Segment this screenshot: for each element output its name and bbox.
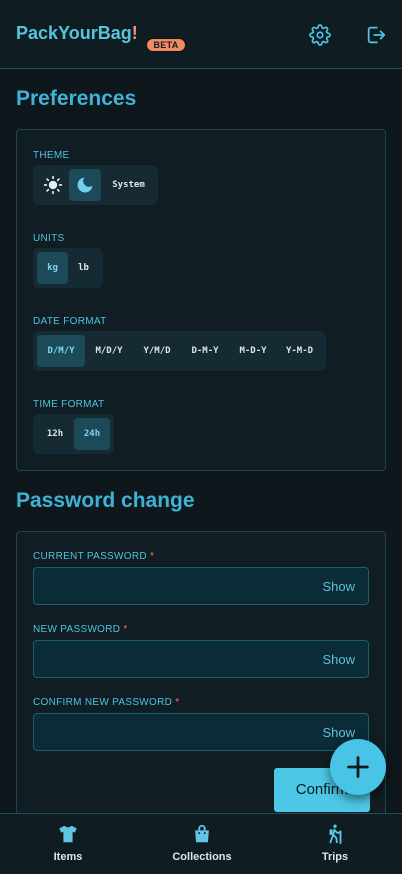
confirm-password-show-toggle[interactable]: Show [322, 725, 355, 740]
new-password-field[interactable]: Show [33, 640, 369, 678]
time-format-selector: 12h 24h [33, 414, 114, 454]
hiker-icon [329, 824, 342, 845]
required-mark: * [123, 624, 128, 635]
theme-option-light[interactable] [37, 169, 69, 201]
tshirt-icon [59, 825, 77, 843]
preferences-card: THEME System UNITS kg lb DATE FORMAT D/M… [16, 129, 386, 471]
nav-item-items[interactable]: Items [33, 814, 103, 874]
moon-icon [77, 177, 93, 193]
beta-badge: BETA [146, 38, 186, 52]
date-format-label: DATE FORMAT [33, 316, 107, 327]
required-mark: * [149, 551, 155, 562]
theme-selector: System [33, 165, 158, 205]
time-format-label: TIME FORMAT [33, 399, 105, 410]
nav-item-trips[interactable]: Trips [305, 814, 365, 874]
password-change-title: Password change [16, 489, 195, 512]
confirm-password-label-text: CONFIRM NEW PASSWORD [33, 697, 173, 708]
new-password-label: NEW PASSWORD * [33, 624, 128, 635]
confirm-password-field[interactable]: Show [33, 713, 369, 751]
date-format-option-mdy-dash[interactable]: M-D-Y [229, 335, 277, 367]
confirm-password-input[interactable] [34, 714, 314, 750]
units-label: UNITS [33, 233, 65, 244]
current-password-input[interactable] [34, 568, 314, 604]
date-format-option-dmy-slash[interactable]: D/M/Y [37, 335, 85, 367]
brand-exclamation: ! [131, 23, 138, 43]
confirm-password-label: CONFIRM NEW PASSWORD * [33, 697, 179, 708]
new-password-input[interactable] [34, 641, 314, 677]
plus-icon [347, 756, 369, 778]
new-password-label-text: NEW PASSWORD [33, 624, 121, 635]
theme-option-dark[interactable] [69, 169, 101, 201]
logout-icon [367, 26, 386, 44]
app-logo[interactable]: PackYourBag! [16, 23, 138, 44]
add-fab-button[interactable] [330, 739, 386, 795]
bottom-navigation: Items Collections Trips [0, 813, 402, 874]
current-password-label-text: CURRENT PASSWORD [33, 551, 147, 562]
current-password-show-toggle[interactable]: Show [322, 579, 355, 594]
units-selector: kg lb [33, 248, 103, 288]
nav-label-collections: Collections [172, 851, 232, 863]
settings-content[interactable]: Preferences THEME System UNITS kg lb DAT… [0, 69, 402, 813]
nav-item-collections[interactable]: Collections [162, 814, 242, 874]
time-format-option-12h[interactable]: 12h [37, 418, 73, 450]
bag-icon [195, 824, 209, 843]
date-format-option-ymd-dash[interactable]: Y-M-D [277, 335, 322, 367]
date-format-option-dmy-dash[interactable]: D-M-Y [181, 335, 229, 367]
date-format-selector: D/M/Y M/D/Y Y/M/D D-M-Y M-D-Y Y-M-D [33, 331, 326, 371]
units-option-lb[interactable]: lb [68, 252, 99, 284]
theme-label: THEME [33, 150, 70, 161]
required-mark: * [175, 697, 180, 708]
theme-option-system[interactable]: System [103, 169, 154, 201]
brand-name: PackYourBag [16, 23, 132, 43]
settings-button[interactable] [309, 24, 331, 46]
date-format-option-ymd-slash[interactable]: Y/M/D [133, 335, 181, 367]
preferences-title: Preferences [16, 87, 137, 110]
logout-button[interactable] [365, 24, 387, 46]
app-header: PackYourBag! BETA [0, 0, 402, 69]
new-password-show-toggle[interactable]: Show [322, 652, 355, 667]
date-format-option-mdy-slash[interactable]: M/D/Y [85, 335, 133, 367]
units-option-kg[interactable]: kg [37, 252, 68, 284]
current-password-label: CURRENT PASSWORD * [33, 551, 154, 562]
nav-label-items: Items [53, 851, 83, 863]
gear-icon [309, 24, 331, 46]
nav-label-trips: Trips [321, 851, 349, 863]
time-format-option-24h[interactable]: 24h [74, 418, 110, 450]
current-password-field[interactable]: Show [33, 567, 369, 605]
sun-icon [43, 175, 63, 195]
